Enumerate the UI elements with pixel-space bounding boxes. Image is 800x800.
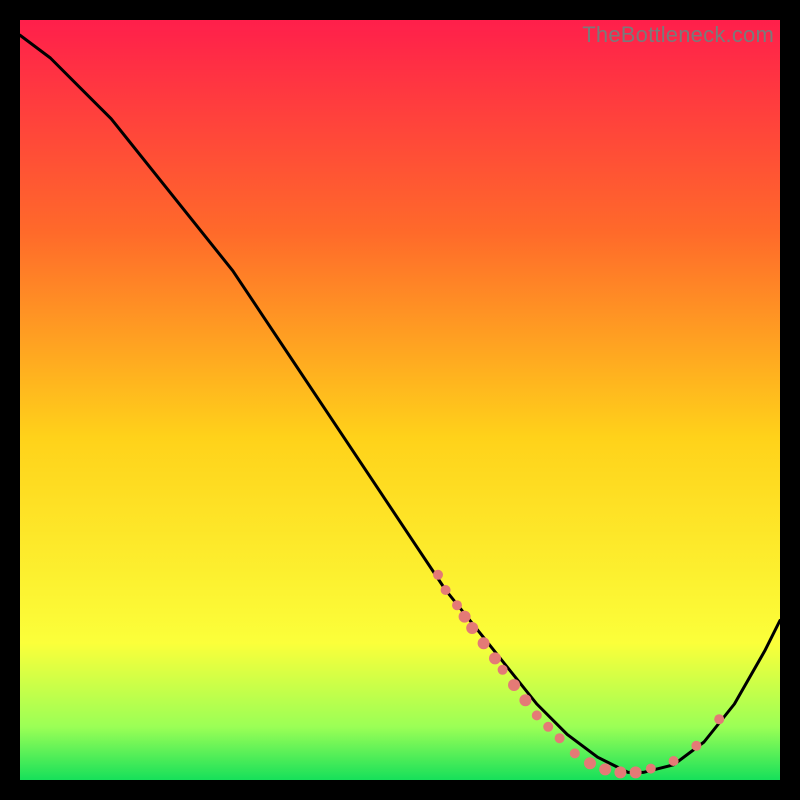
sample-dot (646, 764, 656, 774)
sample-dot (489, 652, 501, 664)
sample-dot (570, 748, 580, 758)
sample-dot (519, 694, 531, 706)
sample-dot (669, 756, 679, 766)
sample-dot (630, 766, 642, 778)
sample-dot (478, 637, 490, 649)
sample-dot (614, 766, 626, 778)
gradient-plot (20, 20, 780, 780)
sample-dot (584, 757, 596, 769)
sample-dot (543, 722, 553, 732)
sample-dot (691, 741, 701, 751)
sample-dot (555, 733, 565, 743)
sample-dot (441, 585, 451, 595)
sample-dot (508, 679, 520, 691)
sample-dot (433, 570, 443, 580)
sample-dot (466, 622, 478, 634)
plot-background (20, 20, 780, 780)
sample-dot (599, 763, 611, 775)
sample-dot (452, 600, 462, 610)
sample-dot (459, 611, 471, 623)
sample-dot (532, 710, 542, 720)
chart-frame: TheBottleneck.com (20, 20, 780, 780)
watermark-text: TheBottleneck.com (582, 22, 774, 48)
sample-dot (498, 665, 508, 675)
sample-dot (714, 714, 724, 724)
